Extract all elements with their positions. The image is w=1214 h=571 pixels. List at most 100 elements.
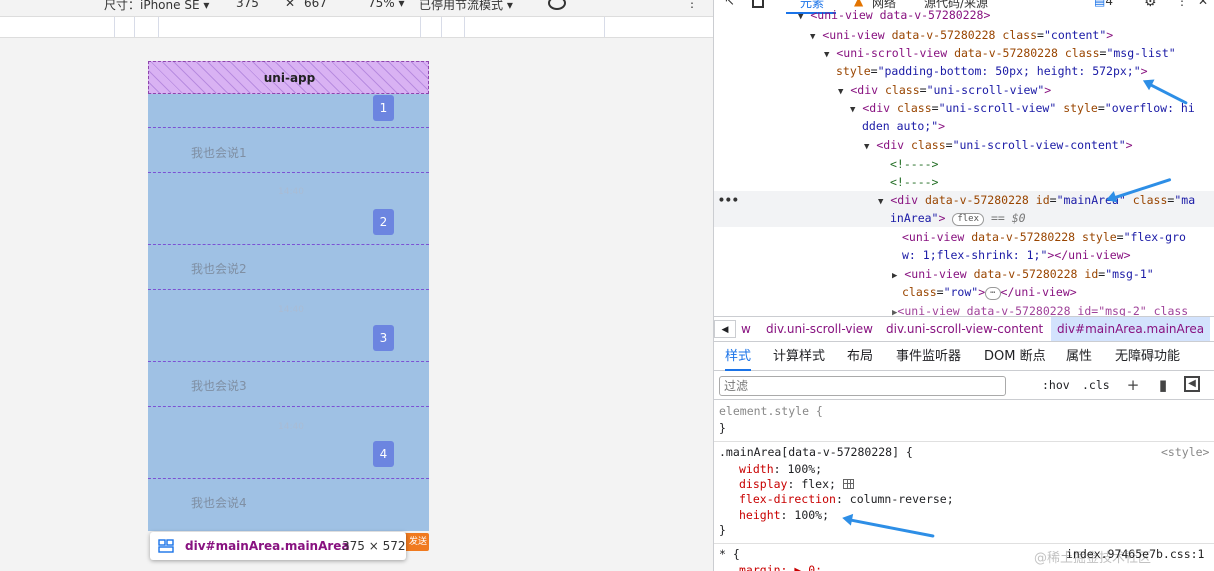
dom-node[interactable]: ▼ <uni-scroll-view data-v-57280228 class… [714,44,1214,62]
nav-title: uni-app [263,71,316,85]
element-style-selector[interactable]: element.style { [719,404,823,419]
gear-icon[interactable]: ⚙ [1144,0,1157,10]
element-inspect-tooltip: div#mainArea.mainArea 375 × 572 [150,532,406,560]
dom-node-selected[interactable]: ••• ▼ <div data-v-57280228 id="mainArea"… [714,191,1214,209]
zoom-dropdown[interactable]: 75% ▾ [368,0,405,10]
close-icon[interactable]: ✕ [1198,0,1208,8]
breadcrumb-scroll-left[interactable]: ◀ [714,320,736,338]
elements-tree[interactable]: ▼ <uni-view data-v-57280228> ▼ <uni-view… [714,10,1214,316]
dom-comment[interactable]: <!----> [714,155,1214,173]
breadcrumb-item[interactable]: div.uni-scroll-view [766,317,873,341]
styles-subtab-bar: 样式 计算样式 布局 事件监听器 DOM 断点 属性 无障碍功能 [714,343,1214,371]
message-time: 14:40 [278,422,304,432]
devtools-tab-bar: ↖ 元素 ▲ 网络 源代码/来源 ▤ 4 ⚙ ⋮ ✕ [714,0,1214,14]
css-property[interactable]: display: flex; [739,477,854,492]
row-divider [148,289,429,290]
dom-node-continued[interactable]: style="padding-bottom: 50px; height: 572… [714,62,1214,80]
flex-layout-icon [158,539,174,553]
flex-badge[interactable]: flex [952,213,985,226]
styles-filter-input[interactable] [719,376,1006,396]
device-size-dropdown[interactable]: 尺寸：iPhone SE ▾ [104,0,209,13]
dom-node-continued[interactable]: class="row"> ⋯ </uni-view> [714,283,1214,301]
more-options-icon[interactable]: ⋮ [686,0,698,10]
dom-node[interactable]: ▼ <div class="uni-scroll-view-content"> [714,136,1214,154]
rule-source-link[interactable]: <style> [1161,445,1209,459]
row-divider [148,478,429,479]
device-toggle-icon[interactable] [752,0,764,8]
rule-selector[interactable]: .mainArea[data-v-57280228] { [719,445,913,460]
dom-node[interactable]: <uni-view data-v-57280228 style="flex-gr… [714,228,1214,246]
device-width-input[interactable]: 375 [236,0,259,10]
dimension-times-icon: ✕ [285,0,296,10]
dom-node-selected-continued[interactable]: inArea"> flex == $0 [714,209,1214,227]
message-badge: 3 [373,325,394,351]
breadcrumb-item[interactable]: w [741,317,751,341]
message-text: 我也会说1 [191,146,247,160]
css-property[interactable]: flex-direction: column-reverse; [739,492,954,507]
tooltip-selector: div#mainArea.mainArea [185,539,350,553]
issues-badge[interactable]: ▤ 4 [1094,0,1113,8]
message-time: 14:40 [278,305,304,315]
device-height-input[interactable]: 667 [304,0,327,10]
hov-toggle[interactable]: :hov [1042,378,1070,392]
sidebar-toggle-icon[interactable]: ◀ [1184,376,1200,392]
devtools-pane: ↖ 元素 ▲ 网络 源代码/来源 ▤ 4 ⚙ ⋮ ✕ ▼ <uni-view d… [713,0,1214,571]
message-text: 我也会说3 [191,379,247,393]
tab-event-listeners[interactable]: 事件监听器 [896,343,961,371]
breadcrumb-item[interactable]: div.uni-scroll-view-content [886,317,1043,341]
breadcrumb-item-active[interactable]: div#mainArea.mainArea [1051,317,1211,341]
message-badge: 1 [373,95,394,121]
rule-source-link[interactable]: index.97465e7b.css:1 [1066,547,1204,561]
throttle-dropdown[interactable]: 已停用节流模式 ▾ [419,0,513,13]
add-rule-icon[interactable]: + [1124,376,1142,394]
css-property[interactable]: margin: ▶ 0; [739,563,822,571]
styles-pane[interactable]: element.style { } .mainArea[data-v-57280… [714,401,1214,571]
tab-layout[interactable]: 布局 [847,343,873,371]
rotate-icon[interactable] [548,0,566,10]
rule-selector[interactable]: * { [719,547,740,562]
row-divider [148,244,429,245]
dom-node[interactable]: ▼ <uni-view data-v-57280228> [714,10,1214,24]
rule-close-brace: } [719,421,726,435]
tab-computed[interactable]: 计算样式 [773,343,825,371]
row-divider [148,172,429,173]
dom-node[interactable]: ▼ <div class="uni-scroll-view" style="ov… [714,99,1214,117]
dom-node[interactable]: ▼ <div class="uni-scroll-view"> [714,81,1214,99]
device-viewport-pane: 尺寸：iPhone SE ▾ 375 ✕ 667 75% ▾ 已停用节流模式 ▾… [0,0,713,571]
tab-dom-breakpoints[interactable]: DOM 断点 [984,343,1046,371]
nav-bar-highlight: uni-app [148,61,429,94]
paint-brush-icon[interactable]: ▮ [1154,376,1172,394]
inspect-element-icon[interactable]: ↖ [724,0,735,9]
tab-styles[interactable]: 样式 [725,343,752,371]
css-property[interactable]: height: 100%; [739,508,829,523]
message-badge: 2 [373,209,394,235]
phone-screen[interactable]: uni-app 1 我也会说1 14:40 2 我也会说2 14:40 3 我也… [148,61,429,531]
more-options-icon[interactable]: ⋮ [1176,0,1188,8]
message-badge: 4 [373,441,394,467]
send-button[interactable]: 发送 [404,533,429,551]
row-divider [148,127,429,128]
flexbox-editor-icon[interactable] [842,479,854,489]
dom-node-continued[interactable]: dden auto;"> [714,117,1214,135]
tab-properties[interactable]: 属性 [1066,343,1092,371]
message-text: 我也会说2 [191,262,247,276]
media-query-ruler [0,16,713,38]
css-property[interactable]: width: 100%; [739,462,822,477]
dom-node[interactable]: ▶ <uni-view data-v-57280228 id="msg-1" [714,265,1214,283]
cls-toggle[interactable]: .cls [1082,378,1110,392]
rule-divider [714,441,1214,442]
message-time: 14:40 [278,187,304,197]
dom-node[interactable]: ▶<uni-view data-v-57280228 id="msg-2" cl… [714,302,1214,316]
message-text: 我也会说4 [191,496,247,510]
device-toolbar: 尺寸：iPhone SE ▾ 375 ✕ 667 75% ▾ 已停用节流模式 ▾… [0,0,713,13]
styles-filter-row: :hov .cls + ▮ ◀ [714,372,1214,400]
tooltip-size: 375 × 572 [342,539,406,553]
dom-node-continued[interactable]: w: 1;flex-shrink: 1;"></uni-view> [714,246,1214,264]
warning-icon: ▲ [854,0,864,8]
row-divider [148,361,429,362]
main-area-highlight[interactable]: 1 我也会说1 14:40 2 我也会说2 14:40 3 我也会说3 14:4… [148,94,429,531]
dom-node[interactable]: ▼ <uni-view data-v-57280228 class="conte… [714,26,1214,44]
tab-accessibility[interactable]: 无障碍功能 [1115,343,1180,371]
annotation-arrow [847,518,935,538]
rule-divider [714,543,1214,544]
